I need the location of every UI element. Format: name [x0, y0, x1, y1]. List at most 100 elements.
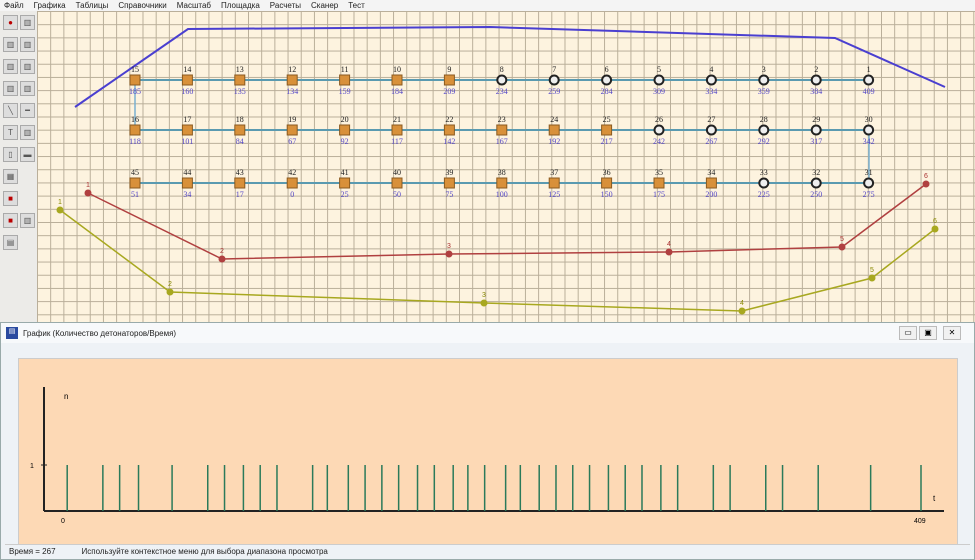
- minus-tool-icon[interactable]: ━: [20, 103, 35, 118]
- hole-number: 29: [812, 115, 820, 124]
- menu-item[interactable]: Файл: [4, 1, 24, 10]
- charged-hole-icon: [391, 124, 403, 136]
- hole-number: 27: [707, 115, 715, 124]
- charged-hole-icon: [286, 74, 298, 86]
- hole-delay: 209: [443, 87, 455, 96]
- hole-delay: 50: [393, 190, 401, 199]
- grid-e-tool-icon[interactable]: ▥: [20, 213, 35, 228]
- wave-a-tool-icon[interactable]: ▥: [3, 37, 18, 52]
- grid-b-tool-icon[interactable]: ▥: [20, 37, 35, 52]
- hole-number: 44: [183, 168, 191, 177]
- hole-delay: 51: [131, 190, 139, 199]
- hole-delay: 250: [810, 190, 822, 199]
- charged-hole-icon: [129, 124, 141, 136]
- grid-tool-icon[interactable]: ▥: [20, 15, 35, 30]
- hole-delay: 117: [391, 137, 403, 146]
- barrel-tool-icon[interactable]: ▬: [20, 147, 35, 162]
- stop-tool-icon[interactable]: ■: [3, 191, 18, 206]
- charged-hole-icon: [443, 177, 455, 189]
- hole-delay: 359: [758, 87, 770, 96]
- detonator-time-plot[interactable]: n t 1 0 409: [18, 358, 958, 545]
- empty-hole-icon: [758, 74, 770, 86]
- yellow-point-label: 4: [740, 300, 744, 307]
- menu-item[interactable]: Сканер: [311, 1, 338, 10]
- hole-number: 21: [393, 115, 401, 124]
- charged-hole-icon: [601, 124, 613, 136]
- charged-hole-icon: [339, 74, 351, 86]
- hole-number: 30: [865, 115, 873, 124]
- x-tick-label: 409: [914, 518, 926, 525]
- charged-hole-icon: [129, 177, 141, 189]
- minimize-button[interactable]: ▭: [899, 326, 917, 340]
- hole-delay: 242: [653, 137, 665, 146]
- status-hint: Используйте контекстное меню для выбора …: [81, 547, 328, 556]
- close-button[interactable]: ✕: [943, 326, 961, 340]
- hole-number: 10: [393, 65, 401, 74]
- record-tool-icon[interactable]: ●: [3, 15, 18, 30]
- menu-item[interactable]: Расчеты: [270, 1, 301, 10]
- hole-delay: 17: [236, 190, 244, 199]
- hole-delay: 225: [758, 190, 770, 199]
- yellow-point: [931, 225, 939, 233]
- hole-number: 24: [550, 115, 558, 124]
- yellow-point-label: 1: [58, 199, 62, 206]
- hole-number: 3: [762, 65, 766, 74]
- stop2-tool-icon[interactable]: ■: [3, 213, 18, 228]
- maximize-button[interactable]: ▣: [919, 326, 937, 340]
- chart-svg: n t 1 0 409: [30, 387, 944, 525]
- hole-number: 26: [655, 115, 663, 124]
- wave-d-tool-icon[interactable]: ▥: [20, 125, 35, 140]
- grid-d-tool-icon[interactable]: ▥: [20, 81, 35, 96]
- red-point: [445, 250, 453, 258]
- wave-b-tool-icon[interactable]: ▥: [3, 59, 18, 74]
- hole-number: 41: [341, 168, 349, 177]
- hole-number: 39: [445, 168, 453, 177]
- menu-item[interactable]: Тест: [348, 1, 365, 10]
- hole-number: 11: [341, 65, 349, 74]
- app-icon: ▤: [6, 327, 18, 339]
- red-point-label: 3: [447, 243, 451, 250]
- slash-tool-icon[interactable]: ╲: [3, 103, 18, 118]
- text-tool-icon[interactable]: T: [3, 125, 18, 140]
- hole-delay: 134: [286, 87, 298, 96]
- hole-delay: 185: [129, 87, 141, 96]
- charged-hole-icon: [548, 124, 560, 136]
- hole-delay: 118: [129, 137, 141, 146]
- menu-item[interactable]: Масштаб: [177, 1, 211, 10]
- charged-hole-icon: [705, 177, 717, 189]
- hole-delay: 200: [705, 190, 717, 199]
- hole-number: 32: [812, 168, 820, 177]
- hole-number: 7: [552, 65, 556, 74]
- hole-number: 37: [550, 168, 558, 177]
- grid-c-tool-icon[interactable]: ▥: [20, 59, 35, 74]
- hole-delay: 34: [183, 190, 191, 199]
- hole-number: 38: [498, 168, 506, 177]
- hole-number: 42: [288, 168, 296, 177]
- empty-hole-icon: [810, 124, 822, 136]
- menu-item[interactable]: Справочники: [118, 1, 166, 10]
- hole-delay: 175: [653, 190, 665, 199]
- hole-number: 17: [183, 115, 191, 124]
- menu-item[interactable]: Графика: [34, 1, 66, 10]
- calc-tool-icon[interactable]: ▦: [3, 169, 18, 184]
- hole-delay: 160: [181, 87, 193, 96]
- hole-delay: 184: [391, 87, 403, 96]
- empty-hole-icon: [758, 124, 770, 136]
- menu-item[interactable]: Площадка: [221, 1, 260, 10]
- hole-delay: 0: [290, 190, 294, 199]
- menu-item[interactable]: Таблицы: [76, 1, 109, 10]
- hole-number: 45: [131, 168, 139, 177]
- page-tool-icon[interactable]: ▯: [3, 147, 18, 162]
- chart-tool-icon[interactable]: ▤: [3, 235, 18, 250]
- charged-hole-icon: [339, 177, 351, 189]
- empty-hole-icon: [705, 124, 717, 136]
- empty-hole-icon: [548, 74, 560, 86]
- hole-number: 28: [760, 115, 768, 124]
- charged-hole-icon: [443, 74, 455, 86]
- status-bar: Время = 267 Используйте контекстное меню…: [5, 544, 970, 558]
- charged-hole-icon: [181, 74, 193, 86]
- hole-delay: 317: [810, 137, 822, 146]
- blast-scheme-canvas[interactable]: 1 2 3 4 5 6 1 2 3 4 5 6 15 185 14 160 13 135 12 134 11 159 10 1…: [37, 11, 975, 322]
- wave-c-tool-icon[interactable]: ▥: [3, 81, 18, 96]
- hole-number: 36: [603, 168, 611, 177]
